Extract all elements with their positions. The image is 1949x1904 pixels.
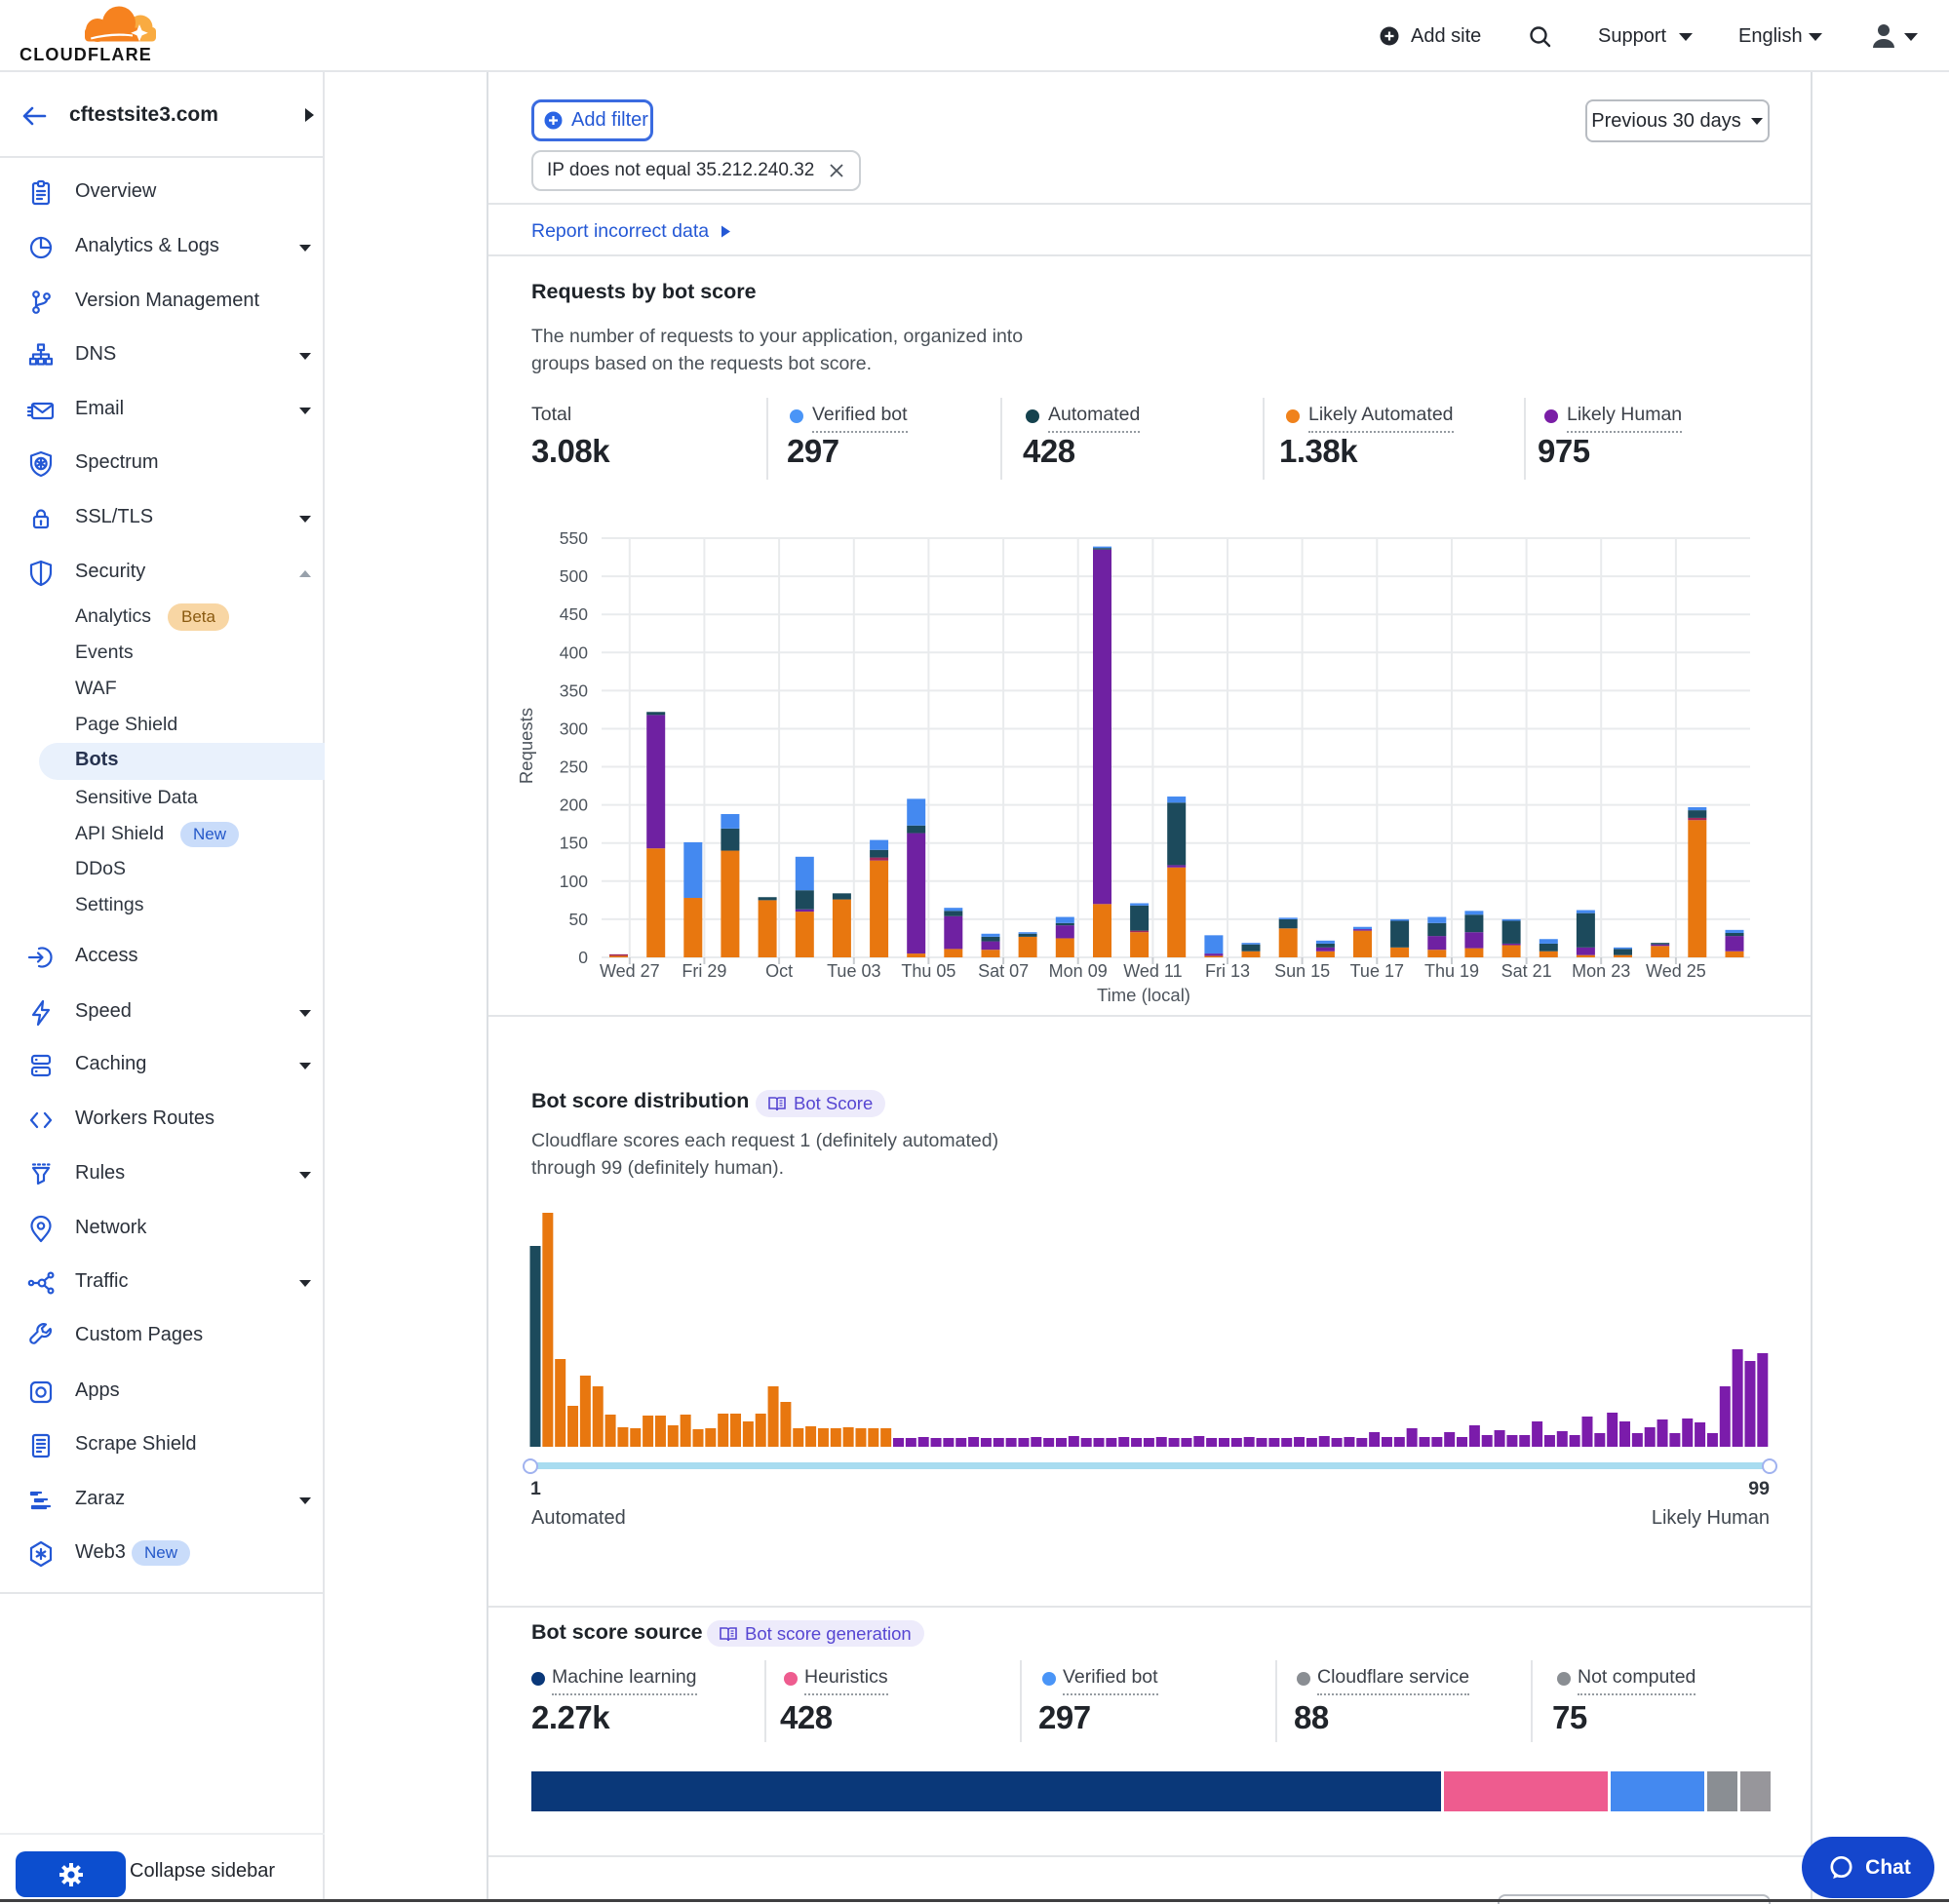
- svg-text:150: 150: [560, 834, 588, 853]
- svg-text:Oct: Oct: [765, 961, 793, 981]
- svg-text:Tue 03: Tue 03: [827, 961, 880, 981]
- svg-text:100: 100: [560, 872, 588, 891]
- svg-text:Requests: Requests: [517, 708, 536, 784]
- svg-text:200: 200: [560, 796, 588, 815]
- svg-text:Tue 17: Tue 17: [1350, 961, 1404, 981]
- svg-text:CLOUDFLARE: CLOUDFLARE: [19, 45, 152, 64]
- svg-text:Sat 21: Sat 21: [1501, 961, 1552, 981]
- svg-text:400: 400: [560, 642, 588, 662]
- svg-text:Wed 27: Wed 27: [600, 961, 660, 981]
- svg-text:450: 450: [560, 604, 588, 624]
- svg-text:Mon 23: Mon 23: [1572, 961, 1630, 981]
- svg-text:Sat 07: Sat 07: [978, 961, 1029, 981]
- svg-text:550: 550: [560, 528, 588, 548]
- svg-text:350: 350: [560, 680, 588, 700]
- svg-text:500: 500: [560, 566, 588, 586]
- svg-text:0: 0: [578, 948, 588, 967]
- svg-text:50: 50: [569, 910, 589, 929]
- svg-text:Wed 11: Wed 11: [1123, 961, 1182, 981]
- svg-text:Sun 15: Sun 15: [1274, 961, 1330, 981]
- svg-text:Fri 13: Fri 13: [1205, 961, 1250, 981]
- svg-text:Wed 25: Wed 25: [1646, 961, 1706, 981]
- svg-text:Thu 05: Thu 05: [901, 961, 955, 981]
- svg-text:Fri 29: Fri 29: [682, 961, 726, 981]
- svg-text:Mon 09: Mon 09: [1049, 961, 1108, 981]
- svg-text:250: 250: [560, 758, 588, 777]
- svg-text:Thu 19: Thu 19: [1424, 961, 1479, 981]
- svg-text:Time (local): Time (local): [1097, 985, 1190, 1005]
- svg-text:300: 300: [560, 719, 588, 739]
